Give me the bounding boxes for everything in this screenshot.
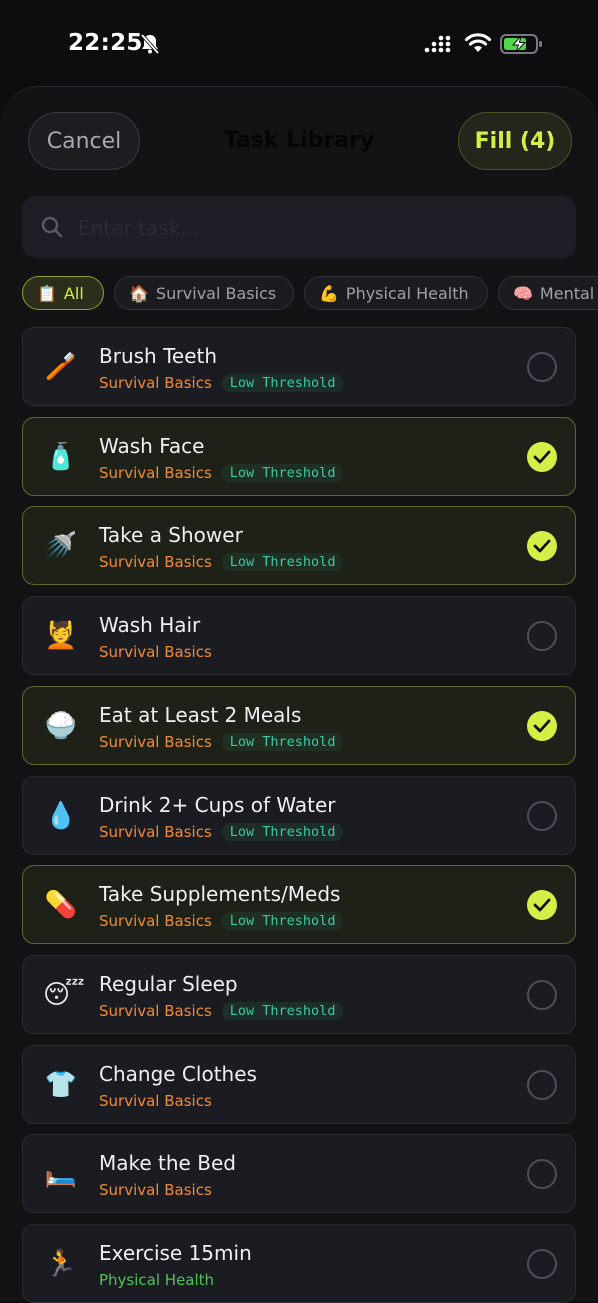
task-category: Survival Basics: [99, 732, 212, 751]
sleeping-face-icon: 😴: [43, 979, 85, 1010]
task-category: Survival Basics: [99, 643, 212, 662]
bed-icon: 🛏️: [44, 1159, 78, 1190]
task-meta: Survival Basics Low Threshold: [99, 463, 344, 483]
empty-circle-icon[interactable]: [527, 621, 557, 652]
task-name: Brush Teeth: [99, 344, 218, 368]
task-category: Survival Basics: [99, 912, 212, 931]
house-icon: 🏠: [129, 283, 149, 303]
task-meta: Survival Basics Low Threshold: [99, 373, 344, 393]
filter-chip-label: All: [63, 283, 84, 303]
cellular-signal-icon: [424, 35, 451, 53]
task-category: Survival Basics: [99, 553, 212, 572]
task-meta: Survival Basics Low Threshold: [99, 732, 344, 752]
search-bar: [22, 196, 576, 258]
filter-chip-label: Mental: [539, 283, 595, 303]
task-meta: Survival Basics: [99, 1180, 212, 1200]
rice-bowl-icon: 🍚: [44, 710, 78, 741]
filter-chip-physical-health[interactable]: 💪 Physical Health: [304, 276, 488, 310]
task-card[interactable]: 🪥 Brush Teeth Survival Basics Low Threshold: [22, 327, 576, 406]
empty-circle-icon[interactable]: [527, 1069, 557, 1100]
filter-chip-mental[interactable]: 🧠 Mental: [498, 276, 598, 310]
task-category: Survival Basics: [99, 1091, 212, 1110]
task-name: Regular Sleep: [99, 971, 238, 996]
empty-circle-icon[interactable]: [527, 800, 557, 831]
task-card[interactable]: 🚿 Take a Shower Survival Basics Low Thresho…: [22, 506, 576, 586]
task-name: Take Supplements/Meds: [99, 882, 341, 907]
brain-icon: 🧠: [513, 283, 533, 303]
shower-icon: 🚿: [44, 531, 78, 562]
filter-chip-label: Physical Health: [345, 283, 469, 303]
task-meta: Survival Basics Low Threshold: [99, 552, 344, 572]
battery-charging-icon: [500, 34, 542, 54]
task-meta: Survival Basics Low Threshold: [99, 822, 344, 842]
task-meta: Survival Basics: [99, 1091, 212, 1111]
task-name: Wash Face: [99, 433, 205, 458]
search-icon: [41, 216, 63, 238]
empty-circle-icon[interactable]: [527, 352, 557, 382]
t-shirt-icon: 👕: [44, 1069, 78, 1100]
task-card[interactable]: 🛏️ Make the Bed Survival Basics: [22, 1134, 576, 1214]
task-category: Survival Basics: [99, 1181, 212, 1200]
task-card[interactable]: 🏃 Exercise 15min Physical Health: [22, 1224, 576, 1303]
toothbrush-icon: 🪥: [44, 352, 78, 382]
task-tag-badge: Low Threshold: [221, 374, 344, 392]
task-tag-badge: Low Threshold: [221, 912, 344, 931]
task-card[interactable]: 💆 Wash Hair Survival Basics: [22, 596, 576, 676]
task-name: Change Clothes: [99, 1061, 257, 1086]
task-category: Physical Health: [99, 1271, 215, 1289]
task-name: Take a Shower: [99, 523, 243, 548]
task-card[interactable]: 🍚 Eat at Least 2 Meals Survival Basics Low …: [22, 685, 576, 765]
status-time: 22:25: [68, 30, 143, 56]
task-name: Wash Hair: [99, 613, 201, 638]
checkmark-circle-icon[interactable]: [527, 441, 557, 472]
droplet-icon: 💧: [44, 800, 78, 831]
task-meta: Survival Basics: [99, 642, 212, 662]
status-bar: 22:25: [0, 0, 598, 86]
bell-slash-icon: [140, 33, 160, 55]
task-category: Survival Basics: [99, 1001, 212, 1020]
task-tag-badge: Low Threshold: [221, 822, 344, 841]
task-name: Drink 2+ Cups of Water: [99, 792, 336, 817]
task-meta: Survival Basics Low Threshold: [99, 1001, 344, 1021]
checkmark-circle-icon[interactable]: [527, 531, 557, 562]
task-name: Exercise 15min: [99, 1241, 252, 1265]
task-meta: Survival Basics Low Threshold: [99, 911, 344, 931]
empty-circle-icon[interactable]: [527, 979, 557, 1010]
fill-button[interactable]: Fill (4): [458, 112, 572, 170]
task-tag-badge: Low Threshold: [221, 553, 344, 572]
task-name: Eat at Least 2 Meals: [99, 702, 302, 727]
search-input[interactable]: [76, 210, 560, 246]
filter-chip-label: Survival Basics: [155, 283, 277, 303]
task-category: Survival Basics: [99, 463, 212, 482]
task-meta: Physical Health: [99, 1270, 214, 1290]
task-card[interactable]: 🧴 Wash Face Survival Basics Low Threshold: [22, 416, 576, 496]
task-card[interactable]: 😴 Regular Sleep Survival Basics Low Thresho…: [22, 954, 576, 1034]
filter-chip-all[interactable]: 📋 All: [22, 276, 104, 310]
pill-icon: 💊: [44, 890, 78, 921]
task-card[interactable]: 👕 Change Clothes Survival Basics: [22, 1044, 576, 1124]
task-tag-badge: Low Threshold: [221, 732, 344, 751]
task-category: Survival Basics: [99, 822, 212, 841]
task-tag-badge: Low Threshold: [221, 1001, 344, 1020]
running-person-icon: 🏃: [44, 1249, 78, 1279]
task-tag-badge: Low Threshold: [221, 463, 344, 482]
empty-circle-icon[interactable]: [527, 1249, 557, 1279]
flexed-biceps-icon: 💪: [319, 283, 339, 303]
empty-circle-icon[interactable]: [527, 1159, 557, 1190]
task-category: Survival Basics: [99, 374, 212, 392]
wifi-icon: [464, 33, 492, 52]
category-filter-bar: 📋 All 🏠 Survival Basics 💪 Physical Healt…: [22, 276, 598, 312]
checkmark-circle-icon[interactable]: [527, 890, 557, 921]
task-card[interactable]: 💧 Drink 2+ Cups of Water Survival Basics Lo…: [22, 775, 576, 855]
filter-chip-survival-basics[interactable]: 🏠 Survival Basics: [114, 276, 294, 310]
checkmark-circle-icon[interactable]: [527, 710, 557, 741]
task-card[interactable]: 💊 Take Supplements/Meds Survival Basics Low…: [22, 865, 576, 945]
person-massage-icon: 💆: [44, 621, 78, 652]
lotion-bottle-icon: 🧴: [44, 441, 78, 472]
clipboard-icon: 📋: [37, 283, 57, 303]
task-name: Make the Bed: [99, 1151, 236, 1176]
